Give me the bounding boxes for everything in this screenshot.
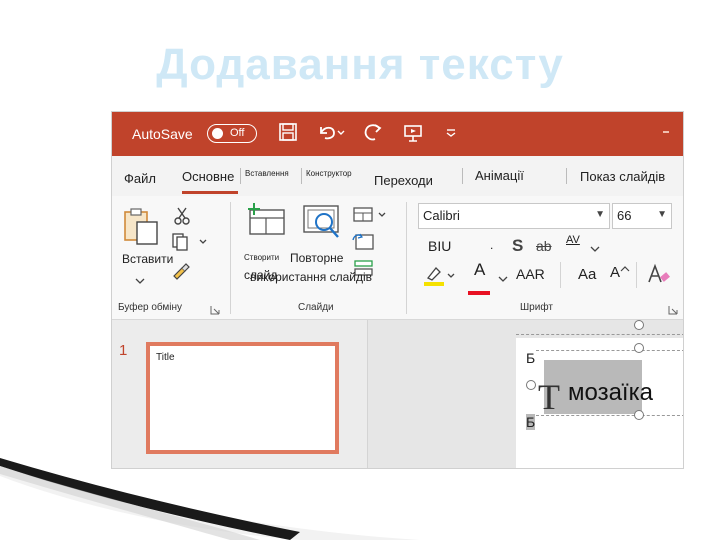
divider xyxy=(560,262,561,288)
font-group-label: Шрифт xyxy=(520,302,553,313)
text-shadow-button[interactable]: S xyxy=(512,236,523,256)
clear-formatting-icon[interactable] xyxy=(646,262,672,291)
character-spacing-button[interactable]: AV xyxy=(566,234,580,246)
tab-separator xyxy=(462,168,463,184)
paste-button[interactable]: Вставити xyxy=(122,252,173,266)
ribbon-tabs: Файл Основне Вставлення Конструктор Пере… xyxy=(112,156,683,196)
tab-file[interactable]: Файл xyxy=(124,171,156,186)
rotate-handle[interactable] xyxy=(634,320,644,330)
paste-icon[interactable] xyxy=(122,206,162,251)
textbox-border-top xyxy=(536,350,683,351)
cut-icon[interactable] xyxy=(172,206,192,231)
resize-handle[interactable] xyxy=(634,343,644,353)
dot-separator: . xyxy=(490,238,494,252)
font-color-swatch xyxy=(468,283,490,301)
new-slide-label-1[interactable]: Створити xyxy=(244,253,279,262)
font-name-value: Calibri xyxy=(423,208,460,223)
placeholder-marker-top: Б xyxy=(526,350,536,366)
text-cursor-icon: T xyxy=(538,377,560,417)
decorative-swoosh xyxy=(0,458,420,540)
divider xyxy=(636,262,637,288)
slide-canvas[interactable]: Б Б T мозаїка xyxy=(516,320,683,468)
slide-number: 1 xyxy=(119,342,128,359)
increase-font-button[interactable]: A xyxy=(610,264,620,281)
reuse-slides-label-1[interactable]: Повторне xyxy=(290,251,343,265)
font-color-dropdown-icon[interactable] xyxy=(498,270,508,288)
aa-button[interactable]: Aa xyxy=(578,266,596,283)
spacing-dropdown-icon[interactable] xyxy=(590,240,600,258)
slides-group-label: Слайди xyxy=(298,302,334,313)
toggle-knob xyxy=(212,128,223,139)
reset-icon[interactable] xyxy=(352,232,376,257)
slide-title: Додавання тексту xyxy=(156,40,564,89)
ribbon: Вставити Буфер обміну Створити слайд Пов… xyxy=(112,196,683,320)
resize-handle[interactable] xyxy=(634,410,644,420)
clipboard-group-label: Буфер обміну xyxy=(118,302,183,313)
tab-separator xyxy=(566,168,567,184)
reuse-slides-icon[interactable] xyxy=(302,204,346,247)
bold-italic-underline-buttons[interactable]: BIU xyxy=(428,238,451,254)
font-size-select[interactable]: 66 ▼ xyxy=(612,203,672,229)
present-from-start-icon[interactable] xyxy=(402,122,424,149)
tab-separator xyxy=(240,168,241,184)
change-case-button[interactable]: AAR xyxy=(516,266,545,282)
customize-toolbar-icon[interactable] xyxy=(444,122,458,147)
tab-design[interactable]: Конструктор xyxy=(306,169,352,178)
font-size-value: 66 xyxy=(617,208,632,223)
increase-font-arrow-icon xyxy=(620,260,630,278)
tab-home[interactable]: Основне xyxy=(182,169,234,184)
dialog-launcher-icon[interactable] xyxy=(668,302,678,320)
highlighter-icon[interactable] xyxy=(422,264,458,293)
resize-handle[interactable] xyxy=(526,380,536,390)
autosave-label: AutoSave xyxy=(132,126,193,142)
strikethrough-button[interactable]: ab xyxy=(536,238,552,254)
tab-animations[interactable]: Анімації xyxy=(475,168,524,183)
tab-slideshow[interactable]: Показ слайдів xyxy=(580,169,665,184)
tab-separator xyxy=(301,168,302,184)
undo-icon[interactable] xyxy=(316,122,346,147)
powerpoint-screenshot: AutoSave Off Файл Основне Вставлення Кон… xyxy=(111,111,684,469)
font-color-button[interactable]: A xyxy=(474,260,485,280)
layout-icon[interactable] xyxy=(352,206,392,229)
window-control-icon[interactable] xyxy=(663,131,669,133)
tab-transitions[interactable]: Переходи xyxy=(374,173,433,188)
placeholder-marker-bottom: Б xyxy=(526,414,536,430)
copy-icon[interactable] xyxy=(170,232,210,257)
title-bar: AutoSave Off xyxy=(112,112,683,156)
slide-thumbnail[interactable]: Title xyxy=(146,342,339,454)
group-separator xyxy=(230,202,231,314)
dialog-launcher-icon[interactable] xyxy=(210,302,220,320)
toggle-state: Off xyxy=(230,127,245,139)
chevron-down-icon: ▼ xyxy=(657,209,667,220)
active-tab-indicator xyxy=(182,191,238,194)
new-slide-icon[interactable] xyxy=(244,202,288,241)
tab-insert[interactable]: Вставлення xyxy=(245,169,289,178)
group-separator xyxy=(406,202,407,314)
redo-icon[interactable] xyxy=(362,122,384,149)
thumbnail-title: Title xyxy=(156,352,175,363)
placeholder-border xyxy=(516,334,683,335)
chevron-down-icon: ▼ xyxy=(595,209,605,220)
reuse-slides-label-2[interactable]: використання слайдів xyxy=(250,270,372,284)
font-name-select[interactable]: Calibri ▼ xyxy=(418,203,610,229)
autosave-toggle[interactable]: Off xyxy=(207,124,257,143)
save-icon[interactable] xyxy=(278,122,298,147)
paste-dropdown-icon[interactable] xyxy=(135,272,145,290)
slide-text[interactable]: мозаїка xyxy=(568,379,653,407)
